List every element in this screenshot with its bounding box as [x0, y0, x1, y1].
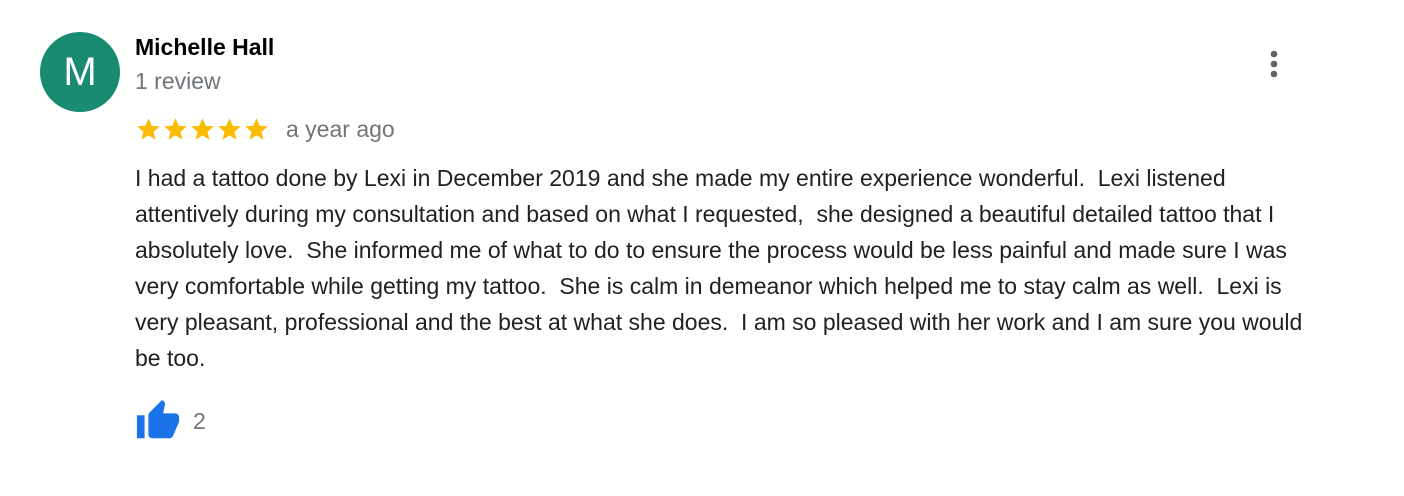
review-text: I had a tattoo done by Lexi in December … [135, 165, 1309, 371]
avatar-letter: M [63, 50, 97, 94]
like-count: 2 [193, 407, 206, 434]
star-icon [137, 117, 160, 140]
reviewer-name[interactable]: Michelle Hall [135, 34, 274, 61]
like-row: 2 [135, 398, 206, 444]
rating-row: a year ago [135, 114, 395, 144]
review-card: M Michelle Hall 1 review a year ago I ha… [0, 0, 1404, 496]
avatar[interactable]: M [40, 32, 120, 112]
star-icon [218, 117, 241, 140]
thumbs-up-icon [136, 399, 180, 439]
more-vert-icon [1270, 50, 1278, 78]
reviewer-review-count: 1 review [135, 68, 221, 94]
star-rating [135, 116, 270, 143]
review-time: a year ago [286, 115, 395, 142]
star-icon [191, 117, 214, 140]
more-options-button[interactable] [1259, 46, 1289, 82]
star-icon [245, 117, 268, 140]
star-icon [164, 117, 187, 140]
like-button[interactable] [135, 398, 181, 444]
